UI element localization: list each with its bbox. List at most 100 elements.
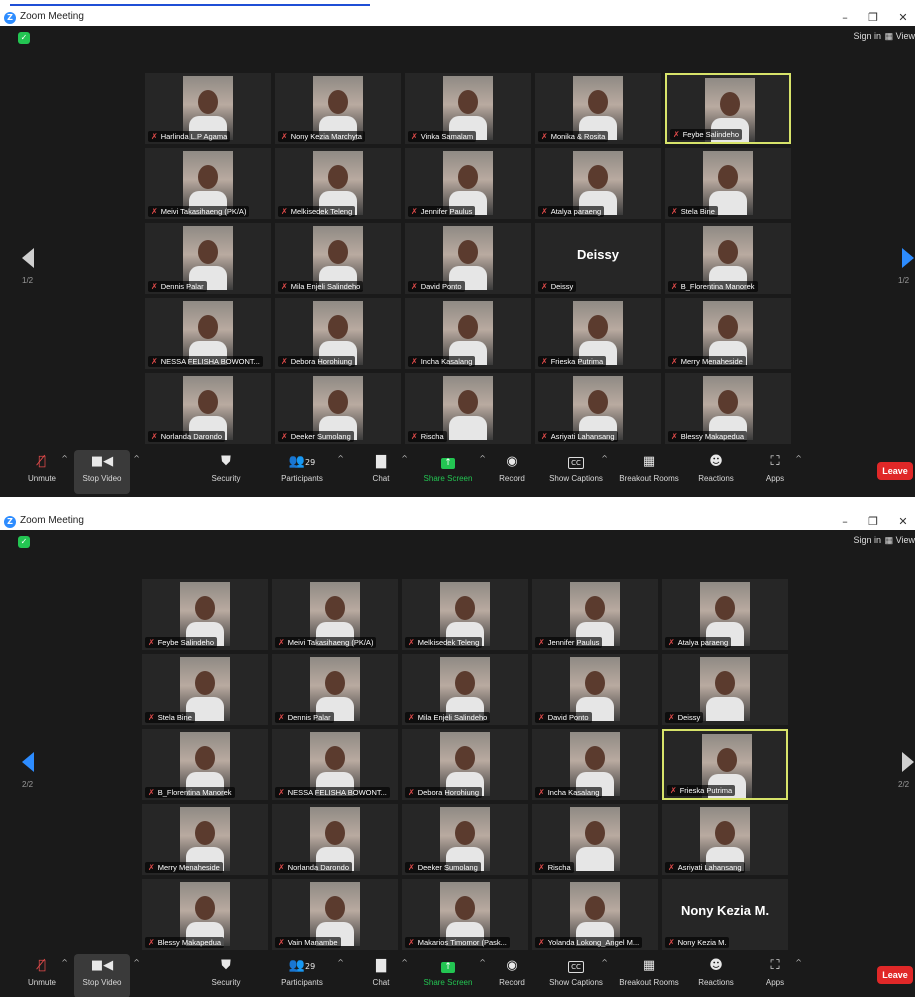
participant-tile[interactable]: ✗ NESSA FELISHA BOWONT... bbox=[145, 298, 271, 369]
apps-button[interactable]: ⛶ Apps ^ bbox=[760, 450, 802, 494]
participant-tile[interactable]: ✗ Deeker Sumolang bbox=[402, 804, 528, 875]
participants-caret-icon[interactable]: ^ bbox=[337, 958, 344, 967]
participant-tile[interactable]: ✗ Asriyati Lahansang bbox=[535, 373, 661, 444]
participant-tile[interactable]: ✗ Incha Kasalang bbox=[532, 729, 658, 800]
reactions-button[interactable]: ☻ Reactions bbox=[694, 450, 738, 494]
participant-tile[interactable]: ✗ Deeker Sumolang bbox=[275, 373, 401, 444]
participant-tile[interactable]: ✗ David Ponto bbox=[532, 654, 658, 725]
video-caret-icon[interactable]: ^ bbox=[133, 958, 140, 967]
participant-tile[interactable]: ✗ Feybe Salindeho bbox=[142, 579, 268, 650]
participant-tile[interactable]: ✗ Incha Kasalang bbox=[405, 298, 531, 369]
participant-tile[interactable]: ✗ Jennifer Paulus bbox=[532, 579, 658, 650]
minimize-icon[interactable]: – bbox=[835, 10, 855, 26]
unmute-caret-icon[interactable]: ^ bbox=[61, 454, 68, 463]
participant-tile[interactable]: ✗ Mila Enjeli Salindeho bbox=[275, 223, 401, 294]
unmute-button[interactable]: 🎙̸ Unmute ^ bbox=[18, 954, 68, 997]
prev-page-arrow-icon[interactable] bbox=[22, 248, 34, 268]
participant-tile[interactable]: ✗ Yolanda Lokong_Angel M... bbox=[532, 879, 658, 950]
captions-caret-icon[interactable]: ^ bbox=[601, 454, 608, 463]
encryption-shield-icon[interactable]: ✓ bbox=[18, 536, 30, 548]
participant-tile[interactable]: ✗ Frieska Putrima bbox=[662, 729, 788, 800]
participant-tile[interactable]: ✗ Feybe Salindeho bbox=[665, 73, 791, 144]
participant-tile[interactable]: ✗ Rischa bbox=[532, 804, 658, 875]
unmute-button[interactable]: 🎙̸ Unmute ^ bbox=[18, 450, 68, 494]
participant-tile[interactable]: ✗ Merry Menaheside bbox=[142, 804, 268, 875]
participant-tile[interactable]: ✗ Asriyati Lahansang bbox=[662, 804, 788, 875]
participant-tile[interactable]: ✗ Dennis Palar bbox=[272, 654, 398, 725]
unmute-caret-icon[interactable]: ^ bbox=[61, 958, 68, 967]
sign-in-link[interactable]: Sign in bbox=[853, 31, 881, 41]
prev-page-arrow-icon[interactable] bbox=[22, 752, 34, 772]
participants-button[interactable]: 👥29 Participants ^ bbox=[272, 954, 344, 997]
chat-button[interactable]: ▇ Chat ^ bbox=[364, 450, 408, 494]
participant-tile[interactable]: ✗ B_Florentina Manorek bbox=[665, 223, 791, 294]
participant-tile[interactable]: ✗ Atalya paraeng bbox=[535, 148, 661, 219]
restore-icon[interactable]: ❐ bbox=[863, 10, 883, 26]
participant-tile[interactable]: ✗ Makarios Timomor (Pask... bbox=[402, 879, 528, 950]
participant-tile[interactable]: ✗ Stela Bine bbox=[142, 654, 268, 725]
leave-button[interactable]: Leave bbox=[877, 462, 913, 480]
stop-video-button[interactable]: ■◀ Stop Video ^ bbox=[74, 954, 140, 997]
participant-tile[interactable]: ✗ Melkisedek Teleng bbox=[275, 148, 401, 219]
participant-tile[interactable]: ✗ Blessy Makapedua bbox=[142, 879, 268, 950]
share-caret-icon[interactable]: ^ bbox=[479, 454, 486, 463]
reactions-button[interactable]: ☻ Reactions bbox=[694, 954, 738, 997]
next-page-arrow-icon[interactable] bbox=[902, 752, 914, 772]
next-page-arrow-icon[interactable] bbox=[902, 248, 914, 268]
close-icon[interactable]: ✕ bbox=[893, 514, 913, 530]
participant-tile[interactable]: ✗ David Ponto bbox=[405, 223, 531, 294]
share-caret-icon[interactable]: ^ bbox=[479, 958, 486, 967]
participant-tile[interactable]: ✗ Debora Horohiung bbox=[402, 729, 528, 800]
chat-button[interactable]: ▇ Chat ^ bbox=[364, 954, 408, 997]
participant-tile[interactable]: ✗ Meivi Takasihaeng (PK/A) bbox=[145, 148, 271, 219]
participant-tile[interactable]: ✗ Rischa bbox=[405, 373, 531, 444]
participant-tile[interactable]: ✗ Vain Manambe bbox=[272, 879, 398, 950]
participant-tile[interactable]: ✗ B_Florentina Manorek bbox=[142, 729, 268, 800]
show-captions-button[interactable]: CC Show Captions ^ bbox=[544, 954, 608, 997]
participant-tile[interactable]: ✗ Deissy bbox=[662, 654, 788, 725]
captions-caret-icon[interactable]: ^ bbox=[601, 958, 608, 967]
view-button[interactable]: ▦ View bbox=[885, 31, 915, 42]
leave-button[interactable]: Leave bbox=[877, 966, 913, 984]
show-captions-button[interactable]: CC Show Captions ^ bbox=[544, 450, 608, 494]
participant-tile[interactable]: ✗ Meivi Takasihaeng (PK/A) bbox=[272, 579, 398, 650]
record-button[interactable]: ◉ Record bbox=[494, 450, 530, 494]
participant-tile[interactable]: ✗ Dennis Palar bbox=[145, 223, 271, 294]
apps-caret-icon[interactable]: ^ bbox=[795, 958, 802, 967]
participant-tile[interactable]: ✗ Nony Kezia Marchyta bbox=[275, 73, 401, 144]
stop-video-button[interactable]: ■◀ Stop Video ^ bbox=[74, 450, 140, 494]
participant-tile[interactable]: ✗ Merry Menaheside bbox=[665, 298, 791, 369]
participant-tile[interactable]: ✗ Norlanda Darondo bbox=[145, 373, 271, 444]
participant-tile[interactable]: Deissy ✗ Deissy bbox=[535, 223, 661, 294]
minimize-icon[interactable]: – bbox=[835, 514, 855, 530]
participant-tile[interactable]: ✗ Mila Enjeli Salindeho bbox=[402, 654, 528, 725]
participant-tile[interactable]: ✗ Vinka Samalam bbox=[405, 73, 531, 144]
restore-icon[interactable]: ❐ bbox=[863, 514, 883, 530]
breakout-rooms-button[interactable]: ▦ Breakout Rooms bbox=[616, 450, 682, 494]
video-caret-icon[interactable]: ^ bbox=[133, 454, 140, 463]
participant-tile[interactable]: ✗ Norlanda Darondo bbox=[272, 804, 398, 875]
participant-tile[interactable]: ✗ Debora Horohiung bbox=[275, 298, 401, 369]
participant-tile[interactable]: ✗ Atalya paraeng bbox=[662, 579, 788, 650]
breakout-rooms-button[interactable]: ▦ Breakout Rooms bbox=[616, 954, 682, 997]
apps-caret-icon[interactable]: ^ bbox=[795, 454, 802, 463]
participant-tile[interactable]: ✗ Melkisedek Teleng bbox=[402, 579, 528, 650]
participant-tile[interactable]: ✗ Monika & Rosita bbox=[535, 73, 661, 144]
participant-tile[interactable]: ✗ Jennifer Paulus bbox=[405, 148, 531, 219]
apps-button[interactable]: ⛶ Apps ^ bbox=[760, 954, 802, 997]
participants-caret-icon[interactable]: ^ bbox=[337, 454, 344, 463]
participant-tile[interactable]: ✗ Frieska Putrima bbox=[535, 298, 661, 369]
link-underline[interactable] bbox=[10, 0, 370, 6]
participant-tile[interactable]: Nony Kezia M. ✗ Nony Kezia M. bbox=[662, 879, 788, 950]
participant-tile[interactable]: ✗ Blessy Makapedua bbox=[665, 373, 791, 444]
participants-button[interactable]: 👥29 Participants ^ bbox=[272, 450, 344, 494]
record-button[interactable]: ◉ Record bbox=[494, 954, 530, 997]
chat-caret-icon[interactable]: ^ bbox=[401, 958, 408, 967]
security-button[interactable]: ⛊ Security bbox=[202, 954, 250, 997]
participant-tile[interactable]: ✗ NESSA FELISHA BOWONT... bbox=[272, 729, 398, 800]
share-screen-button[interactable]: ↑ Share Screen ^ bbox=[420, 954, 486, 997]
share-screen-button[interactable]: ↑ Share Screen ^ bbox=[420, 450, 486, 494]
close-icon[interactable]: ✕ bbox=[893, 10, 913, 26]
participant-tile[interactable]: ✗ Stela Bine bbox=[665, 148, 791, 219]
view-button[interactable]: ▦ View bbox=[885, 535, 915, 546]
